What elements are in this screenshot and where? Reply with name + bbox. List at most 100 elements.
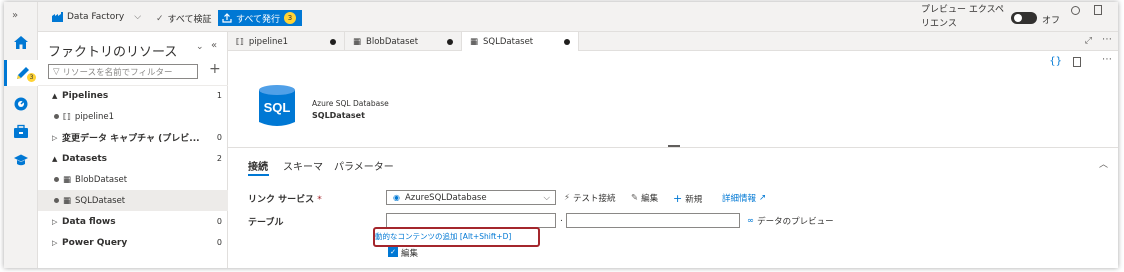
schema-name-input[interactable] — [386, 213, 556, 228]
home-icon[interactable] — [11, 32, 31, 52]
section-power-query[interactable]: ▷ Power Query 0 — [38, 232, 228, 253]
preview-toggle[interactable] — [1011, 12, 1037, 24]
resize-handle[interactable] — [668, 145, 680, 147]
tab-label: SQLDataset — [483, 37, 534, 47]
edit-checkbox-label: 編集 — [401, 249, 419, 259]
section-count: 2 — [216, 154, 222, 163]
resource-item-pipeline1[interactable]: ⟦⟧ pipeline1 — [38, 106, 228, 127]
resource-item-label: SQLDataset — [75, 195, 126, 206]
panel-title: ファクトリのリソース — [48, 45, 178, 60]
publish-count-badge: 3 — [284, 12, 297, 24]
plus-icon: + — [673, 192, 683, 205]
code-icon[interactable]: {} — [1049, 56, 1062, 67]
table-icon: ▦ — [63, 174, 72, 185]
expand-rail-button[interactable]: » — [12, 10, 18, 21]
caret-down-icon: ▲ — [52, 91, 58, 100]
monitor-icon[interactable] — [11, 94, 31, 114]
required-mark: * — [317, 195, 322, 205]
section-label: Datasets — [62, 153, 108, 164]
preview-experience-label: プレビュー エクスペリエンス — [921, 5, 1004, 29]
collapse-all-icon[interactable]: ⌄ — [196, 42, 204, 52]
tab-pipeline1[interactable]: ⟦⟧ pipeline1 — [228, 32, 345, 51]
editor-tabs: ⟦⟧ pipeline1 ▦ BlobDataset ▦ SQLDataset … — [228, 32, 1118, 52]
linked-service-select[interactable]: ◉ AzureSQLDatabase ⌵ — [386, 190, 556, 205]
publish-icon — [222, 13, 232, 23]
tab-schema[interactable]: スキーマ — [283, 158, 323, 173]
maximize-icon[interactable]: ⤢ — [1085, 36, 1092, 46]
section-count: 0 — [216, 217, 222, 226]
resource-item-blobdataset[interactable]: ▦ BlobDataset — [38, 169, 228, 190]
linked-service-label: リンク サービス * — [248, 192, 322, 205]
separator: . — [560, 214, 563, 224]
more-options-icon[interactable]: ⋯ — [1102, 54, 1112, 65]
adf-window: » 3 Data Factory ⌵ ✓ すべて検証 すべて発行 3 プレビュー… — [4, 2, 1118, 268]
preview-data-button[interactable]: ∞ データのプレビュー — [747, 215, 834, 227]
new-linked-service-button[interactable]: + 新規 — [673, 192, 702, 205]
resource-item-label: pipeline1 — [74, 111, 115, 122]
edit-checkbox[interactable]: ✓ — [388, 247, 398, 257]
author-badge: 3 — [27, 73, 36, 82]
chevron-down-icon: ⌵ — [134, 12, 142, 22]
chevron-up-icon[interactable]: ︿ — [1099, 157, 1108, 170]
section-datasets[interactable]: ▲ Datasets 2 — [38, 148, 228, 169]
notes-icon[interactable] — [1094, 5, 1102, 15]
factory-icon — [52, 12, 63, 22]
filter-icon: ▽ — [53, 66, 60, 77]
pipeline-icon: ⟦⟧ — [63, 112, 71, 121]
table-name-input[interactable] — [566, 213, 740, 228]
edit-linked-service-button[interactable]: ✎ 編集 — [631, 192, 658, 204]
author-icon[interactable]: 3 — [4, 60, 38, 86]
unsaved-dot-icon — [54, 177, 59, 182]
preview-data-label: データのプレビュー — [757, 217, 834, 227]
caret-right-icon: ▷ — [52, 217, 58, 226]
resource-item-label: BlobDataset — [75, 174, 128, 185]
factory-resources-panel: ファクトリのリソース ⌄ « ▽ リソースを名前でフィルター + ▲ Pipel… — [38, 32, 228, 268]
unsaved-dot-icon — [330, 39, 336, 45]
publish-all-label: すべて発行 — [236, 14, 281, 25]
caret-right-icon: ▷ — [52, 238, 58, 247]
test-connection-button[interactable]: ⚡ テスト接続 — [564, 192, 615, 204]
preview-toggle-state: オフ — [1042, 16, 1061, 26]
dataset-type: Azure SQL Database — [312, 99, 389, 108]
left-rail: » 3 — [4, 2, 38, 268]
highlight-box — [373, 227, 540, 247]
validate-all-button[interactable]: ✓ すべて検証 — [156, 12, 212, 26]
unsaved-dot-icon — [564, 39, 570, 45]
tab-sqldataset[interactable]: ▦ SQLDataset — [462, 32, 579, 52]
properties-icon[interactable] — [1073, 57, 1081, 67]
tab-blobdataset[interactable]: ▦ BlobDataset — [345, 32, 462, 51]
divider — [228, 147, 1118, 148]
tab-parameters[interactable]: パラメーター — [334, 158, 394, 173]
tab-label: BlobDataset — [366, 36, 419, 47]
sql-icon-text: SQL — [263, 100, 291, 115]
section-label: Power Query — [62, 237, 128, 248]
more-options-icon[interactable]: ⋯ — [1102, 34, 1112, 45]
resource-filter-input[interactable]: ▽ リソースを名前でフィルター — [48, 64, 198, 79]
table-icon: ▦ — [353, 36, 362, 47]
data-factory-selector[interactable]: Data Factory ⌵ — [52, 12, 141, 22]
filter-placeholder: リソースを名前でフィルター — [62, 67, 173, 78]
add-resource-icon[interactable]: + — [209, 61, 221, 77]
section-pipelines[interactable]: ▲ Pipelines 1 — [38, 85, 228, 106]
section-count: 1 — [216, 91, 222, 100]
publish-all-button[interactable]: すべて発行 3 — [218, 10, 303, 26]
section-count: 0 — [216, 133, 222, 142]
validate-icon: ✓ — [156, 13, 164, 24]
refresh-icon[interactable] — [1071, 6, 1080, 15]
learn-more-label: 詳細情報 — [722, 194, 757, 204]
learning-center-icon[interactable] — [11, 150, 31, 170]
dataset-name: SQLDataset — [312, 111, 365, 120]
section-label: 変更データ キャプチャ (プレビ... — [62, 134, 200, 144]
glasses-icon: ∞ — [747, 216, 755, 226]
section-count: 0 — [216, 238, 222, 247]
resource-item-sqldataset[interactable]: ▦ SQLDataset — [38, 190, 228, 211]
section-change-data-capture[interactable]: ▷ 変更データ キャプチャ (プレビ... 0 — [38, 127, 228, 148]
learn-more-link[interactable]: 詳細情報 ↗ — [722, 192, 766, 204]
section-data-flows[interactable]: ▷ Data flows 0 — [38, 211, 228, 232]
plug-icon: ⚡ — [564, 193, 570, 203]
pipeline-icon: ⟦⟧ — [236, 37, 244, 46]
collapse-panel-icon[interactable]: « — [211, 40, 217, 51]
tab-connection[interactable]: 接続 — [248, 158, 268, 173]
active-tab-indicator — [248, 174, 269, 176]
manage-icon[interactable] — [11, 122, 31, 142]
